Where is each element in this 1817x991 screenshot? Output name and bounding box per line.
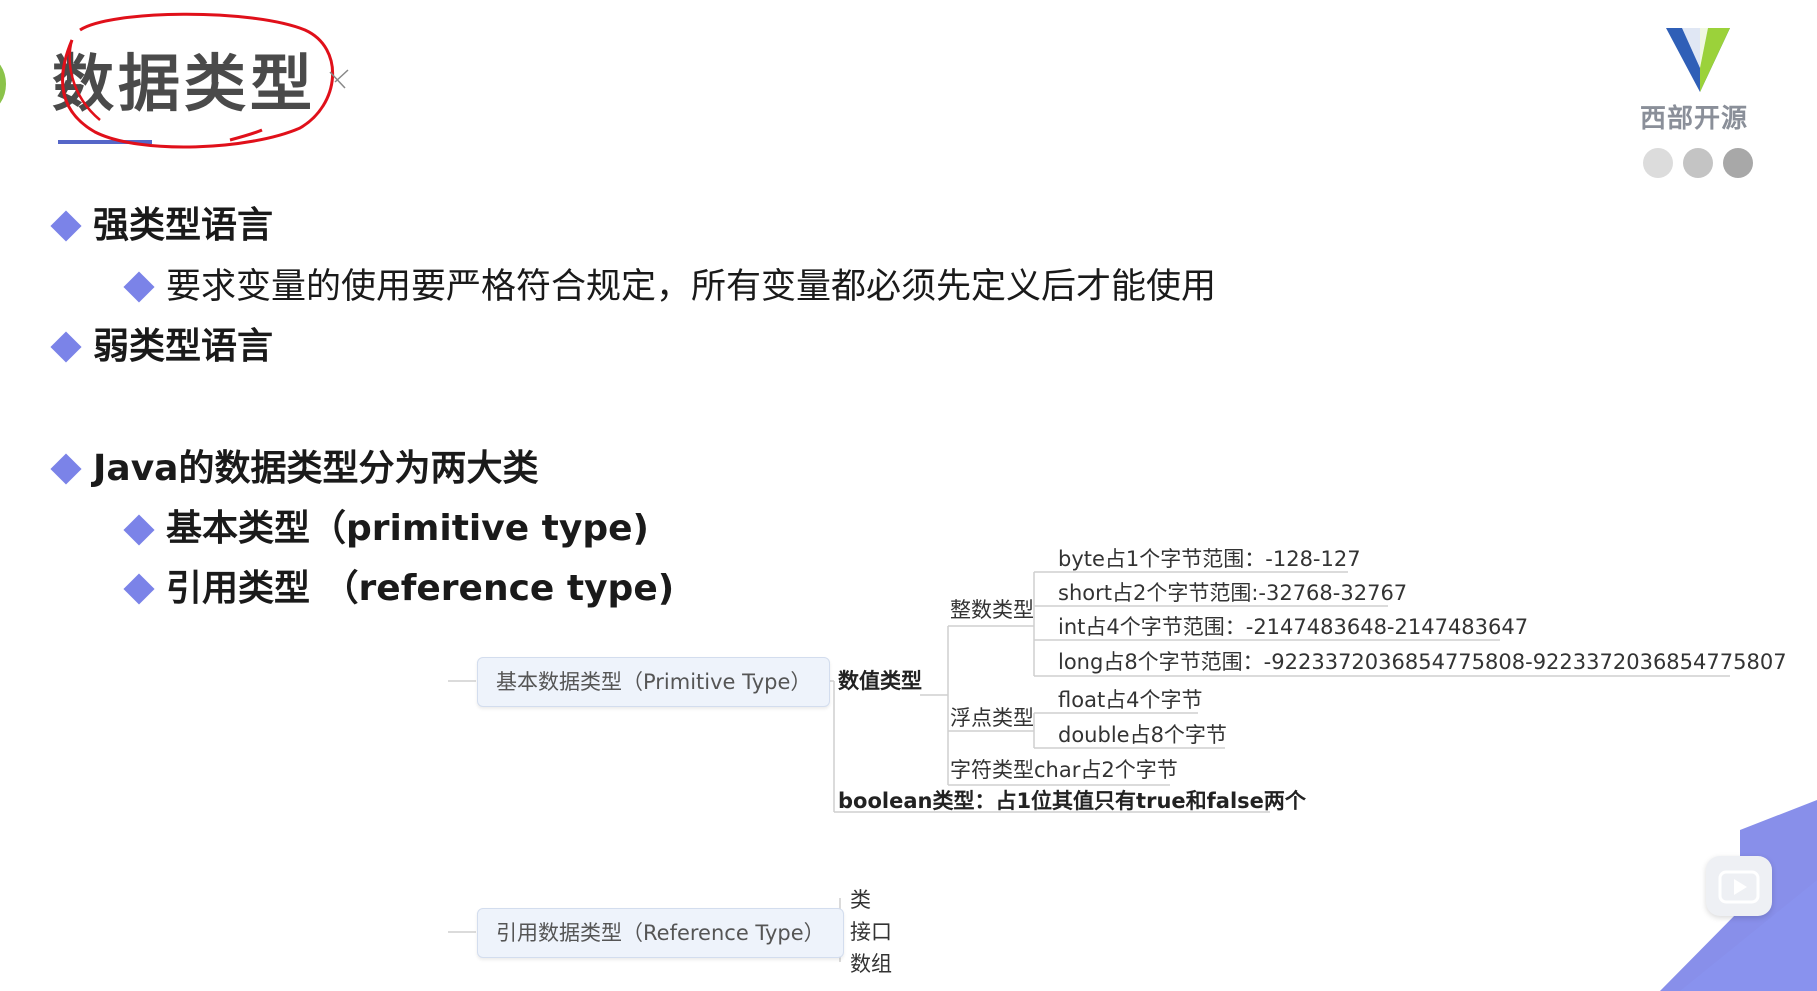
float-node: float占4个字节 [1058, 688, 1203, 712]
class-node: 类 [850, 888, 871, 912]
short-node: short占2个字节范围:-32768-32767 [1058, 581, 1408, 605]
play-icon [1718, 870, 1760, 904]
primitive-type-node: 基本数据类型（Primitive Type） [477, 657, 831, 707]
integer-type-node: 整数类型 [950, 598, 1034, 622]
interface-node: 接口 [850, 920, 892, 944]
numeric-type-node: 数值类型 [838, 669, 922, 693]
play-button[interactable] [1706, 856, 1772, 916]
array-node: 数组 [850, 952, 892, 976]
reference-type-node: 引用数据类型（Reference Type） [477, 908, 844, 958]
float-type-node: 浮点类型 [950, 706, 1034, 730]
int-node: int占4个字节范围：-2147483648-2147483647 [1058, 615, 1529, 639]
long-node: long占8个字节范围：-9223372036854775808-9223372… [1058, 650, 1787, 674]
char-type-node: 字符类型char占2个字节 [950, 758, 1178, 782]
byte-node: byte占1个字节范围：-128-127 [1058, 547, 1361, 571]
mindmap-connectors [448, 571, 1730, 962]
double-node: double占8个字节 [1058, 723, 1227, 747]
boolean-type-node: boolean类型：占1位其值只有true和false两个 [838, 789, 1306, 813]
